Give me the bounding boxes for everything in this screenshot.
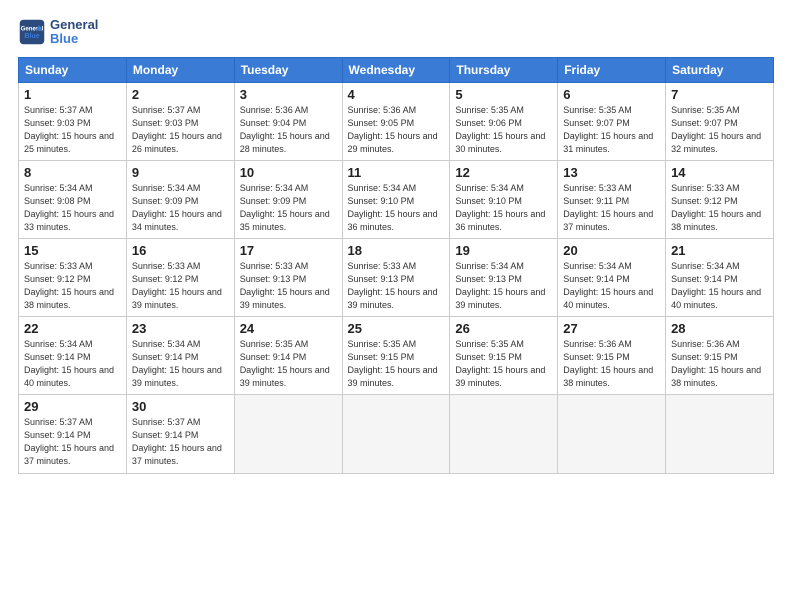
col-sunday: Sunday xyxy=(19,57,127,82)
table-row: 22Sunrise: 5:34 AMSunset: 9:14 PMDayligh… xyxy=(19,317,127,395)
calendar-week-4: 22Sunrise: 5:34 AMSunset: 9:14 PMDayligh… xyxy=(19,317,774,395)
table-row: 16Sunrise: 5:33 AMSunset: 9:12 PMDayligh… xyxy=(126,238,234,316)
table-row: 28Sunrise: 5:36 AMSunset: 9:15 PMDayligh… xyxy=(666,317,774,395)
table-row: 3Sunrise: 5:36 AMSunset: 9:04 PMDaylight… xyxy=(234,82,342,160)
table-row xyxy=(558,395,666,473)
calendar-week-2: 8Sunrise: 5:34 AMSunset: 9:08 PMDaylight… xyxy=(19,160,774,238)
table-row: 11Sunrise: 5:34 AMSunset: 9:10 PMDayligh… xyxy=(342,160,450,238)
logo: General Blue General Blue xyxy=(18,18,98,47)
calendar-week-3: 15Sunrise: 5:33 AMSunset: 9:12 PMDayligh… xyxy=(19,238,774,316)
table-row: 23Sunrise: 5:34 AMSunset: 9:14 PMDayligh… xyxy=(126,317,234,395)
weekday-header-row: Sunday Monday Tuesday Wednesday Thursday… xyxy=(19,57,774,82)
table-row: 5Sunrise: 5:35 AMSunset: 9:06 PMDaylight… xyxy=(450,82,558,160)
svg-text:Blue: Blue xyxy=(24,33,39,40)
table-row: 14Sunrise: 5:33 AMSunset: 9:12 PMDayligh… xyxy=(666,160,774,238)
calendar-week-1: 1Sunrise: 5:37 AMSunset: 9:03 PMDaylight… xyxy=(19,82,774,160)
table-row: 7Sunrise: 5:35 AMSunset: 9:07 PMDaylight… xyxy=(666,82,774,160)
table-row: 18Sunrise: 5:33 AMSunset: 9:13 PMDayligh… xyxy=(342,238,450,316)
table-row: 13Sunrise: 5:33 AMSunset: 9:11 PMDayligh… xyxy=(558,160,666,238)
logo-text: General Blue xyxy=(50,18,98,47)
table-row: 8Sunrise: 5:34 AMSunset: 9:08 PMDaylight… xyxy=(19,160,127,238)
table-row xyxy=(450,395,558,473)
table-row: 1Sunrise: 5:37 AMSunset: 9:03 PMDaylight… xyxy=(19,82,127,160)
logo-icon: General Blue xyxy=(18,18,46,46)
table-row xyxy=(666,395,774,473)
table-row: 12Sunrise: 5:34 AMSunset: 9:10 PMDayligh… xyxy=(450,160,558,238)
header: General Blue General Blue xyxy=(18,18,774,47)
table-row: 24Sunrise: 5:35 AMSunset: 9:14 PMDayligh… xyxy=(234,317,342,395)
table-row: 2Sunrise: 5:37 AMSunset: 9:03 PMDaylight… xyxy=(126,82,234,160)
table-row: 20Sunrise: 5:34 AMSunset: 9:14 PMDayligh… xyxy=(558,238,666,316)
table-row: 4Sunrise: 5:36 AMSunset: 9:05 PMDaylight… xyxy=(342,82,450,160)
table-row xyxy=(234,395,342,473)
calendar-table: Sunday Monday Tuesday Wednesday Thursday… xyxy=(18,57,774,474)
table-row: 6Sunrise: 5:35 AMSunset: 9:07 PMDaylight… xyxy=(558,82,666,160)
table-row: 29Sunrise: 5:37 AMSunset: 9:14 PMDayligh… xyxy=(19,395,127,473)
col-tuesday: Tuesday xyxy=(234,57,342,82)
table-row: 26Sunrise: 5:35 AMSunset: 9:15 PMDayligh… xyxy=(450,317,558,395)
table-row: 9Sunrise: 5:34 AMSunset: 9:09 PMDaylight… xyxy=(126,160,234,238)
col-monday: Monday xyxy=(126,57,234,82)
table-row: 21Sunrise: 5:34 AMSunset: 9:14 PMDayligh… xyxy=(666,238,774,316)
table-row: 19Sunrise: 5:34 AMSunset: 9:13 PMDayligh… xyxy=(450,238,558,316)
col-friday: Friday xyxy=(558,57,666,82)
page: General Blue General Blue Sunday Monday … xyxy=(0,0,792,612)
table-row: 17Sunrise: 5:33 AMSunset: 9:13 PMDayligh… xyxy=(234,238,342,316)
table-row: 30Sunrise: 5:37 AMSunset: 9:14 PMDayligh… xyxy=(126,395,234,473)
col-wednesday: Wednesday xyxy=(342,57,450,82)
table-row: 10Sunrise: 5:34 AMSunset: 9:09 PMDayligh… xyxy=(234,160,342,238)
table-row: 25Sunrise: 5:35 AMSunset: 9:15 PMDayligh… xyxy=(342,317,450,395)
col-saturday: Saturday xyxy=(666,57,774,82)
table-row: 15Sunrise: 5:33 AMSunset: 9:12 PMDayligh… xyxy=(19,238,127,316)
calendar-week-5: 29Sunrise: 5:37 AMSunset: 9:14 PMDayligh… xyxy=(19,395,774,473)
table-row xyxy=(342,395,450,473)
table-row: 27Sunrise: 5:36 AMSunset: 9:15 PMDayligh… xyxy=(558,317,666,395)
col-thursday: Thursday xyxy=(450,57,558,82)
